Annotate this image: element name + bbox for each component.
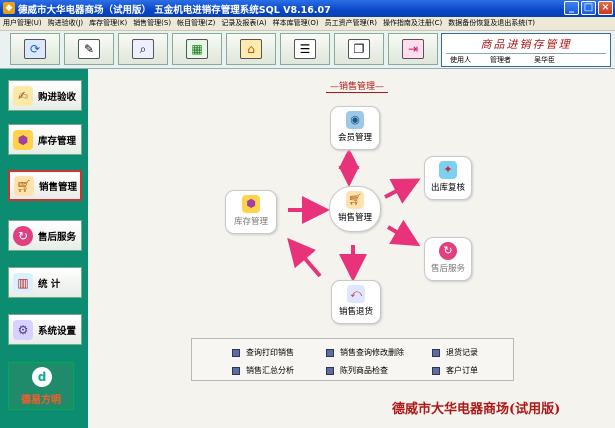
node-service[interactable]: ↻ 售后服务 [424,237,472,281]
link-icon [432,366,440,375]
outbound-icon: ✦ [439,161,457,179]
node-inventory[interactable]: ⬢ 库存管理 [225,190,277,234]
link-label: 销售查询修改删除 [340,348,404,357]
arrow-center-outbound [384,178,421,204]
link-icon [326,366,334,375]
node-center[interactable]: 🛒︎ 销售管理 [329,186,381,232]
member-label: 会员管理 [337,133,372,143]
outbound-label: 出库复核 [430,183,465,193]
service-label: 售后服务 [430,264,465,274]
returns-label: 销售退货 [338,307,373,317]
inventory-tile[interactable]: ⬢ 库存管理 [225,190,277,234]
link-display-check[interactable]: 陈列商品检查 [326,365,388,376]
link-icon [232,348,240,357]
cart-icon: 🛒︎ [346,191,364,209]
node-outbound[interactable]: ✦ 出库复核 [424,156,472,200]
service-icon: ↻ [439,242,457,260]
returns-icon: ⤺ [347,285,365,303]
node-member[interactable]: ◉ 会员管理 [330,106,380,150]
footer-brand: 德威市大华电器商场(试用版) [392,402,561,417]
service-tile[interactable]: ↻ 售后服务 [424,237,472,281]
link-label: 查询打印销售 [246,348,294,357]
node-returns[interactable]: ⤺ 销售退货 [331,280,381,324]
center-label: 销售管理 [337,213,372,223]
returns-tile[interactable]: ⤺ 销售退货 [331,280,381,324]
inventory-icon: ⬢ [242,195,260,213]
link-icon [232,366,240,375]
link-label: 陈列商品检查 [340,366,388,375]
link-print-sales[interactable]: 查询打印销售 [232,347,294,358]
member-tile[interactable]: ◉ 会员管理 [330,106,380,150]
link-customer-orders[interactable]: 客户订单 [432,365,478,376]
quick-links-panel: 查询打印销售 销售查询修改删除 退货记录 销售汇总分析 陈列商品检查 客户订单 [191,338,514,381]
link-label: 客户订单 [446,366,478,375]
members-icon: ◉ [346,111,364,129]
link-icon [432,348,440,357]
center-tile[interactable]: 🛒︎ 销售管理 [329,186,381,232]
link-label: 退货记录 [446,348,478,357]
outbound-tile[interactable]: ✦ 出库复核 [424,156,472,200]
link-icon [326,348,334,357]
link-sales-summary[interactable]: 销售汇总分析 [232,365,294,376]
link-label: 销售汇总分析 [246,366,294,375]
link-return-records[interactable]: 退货记录 [432,347,478,358]
arrow-center-service [386,219,421,247]
inventory-label: 库存管理 [233,217,268,227]
link-edit-sales[interactable]: 销售查询修改删除 [326,347,404,358]
arrow-returns-inventory [287,237,322,278]
